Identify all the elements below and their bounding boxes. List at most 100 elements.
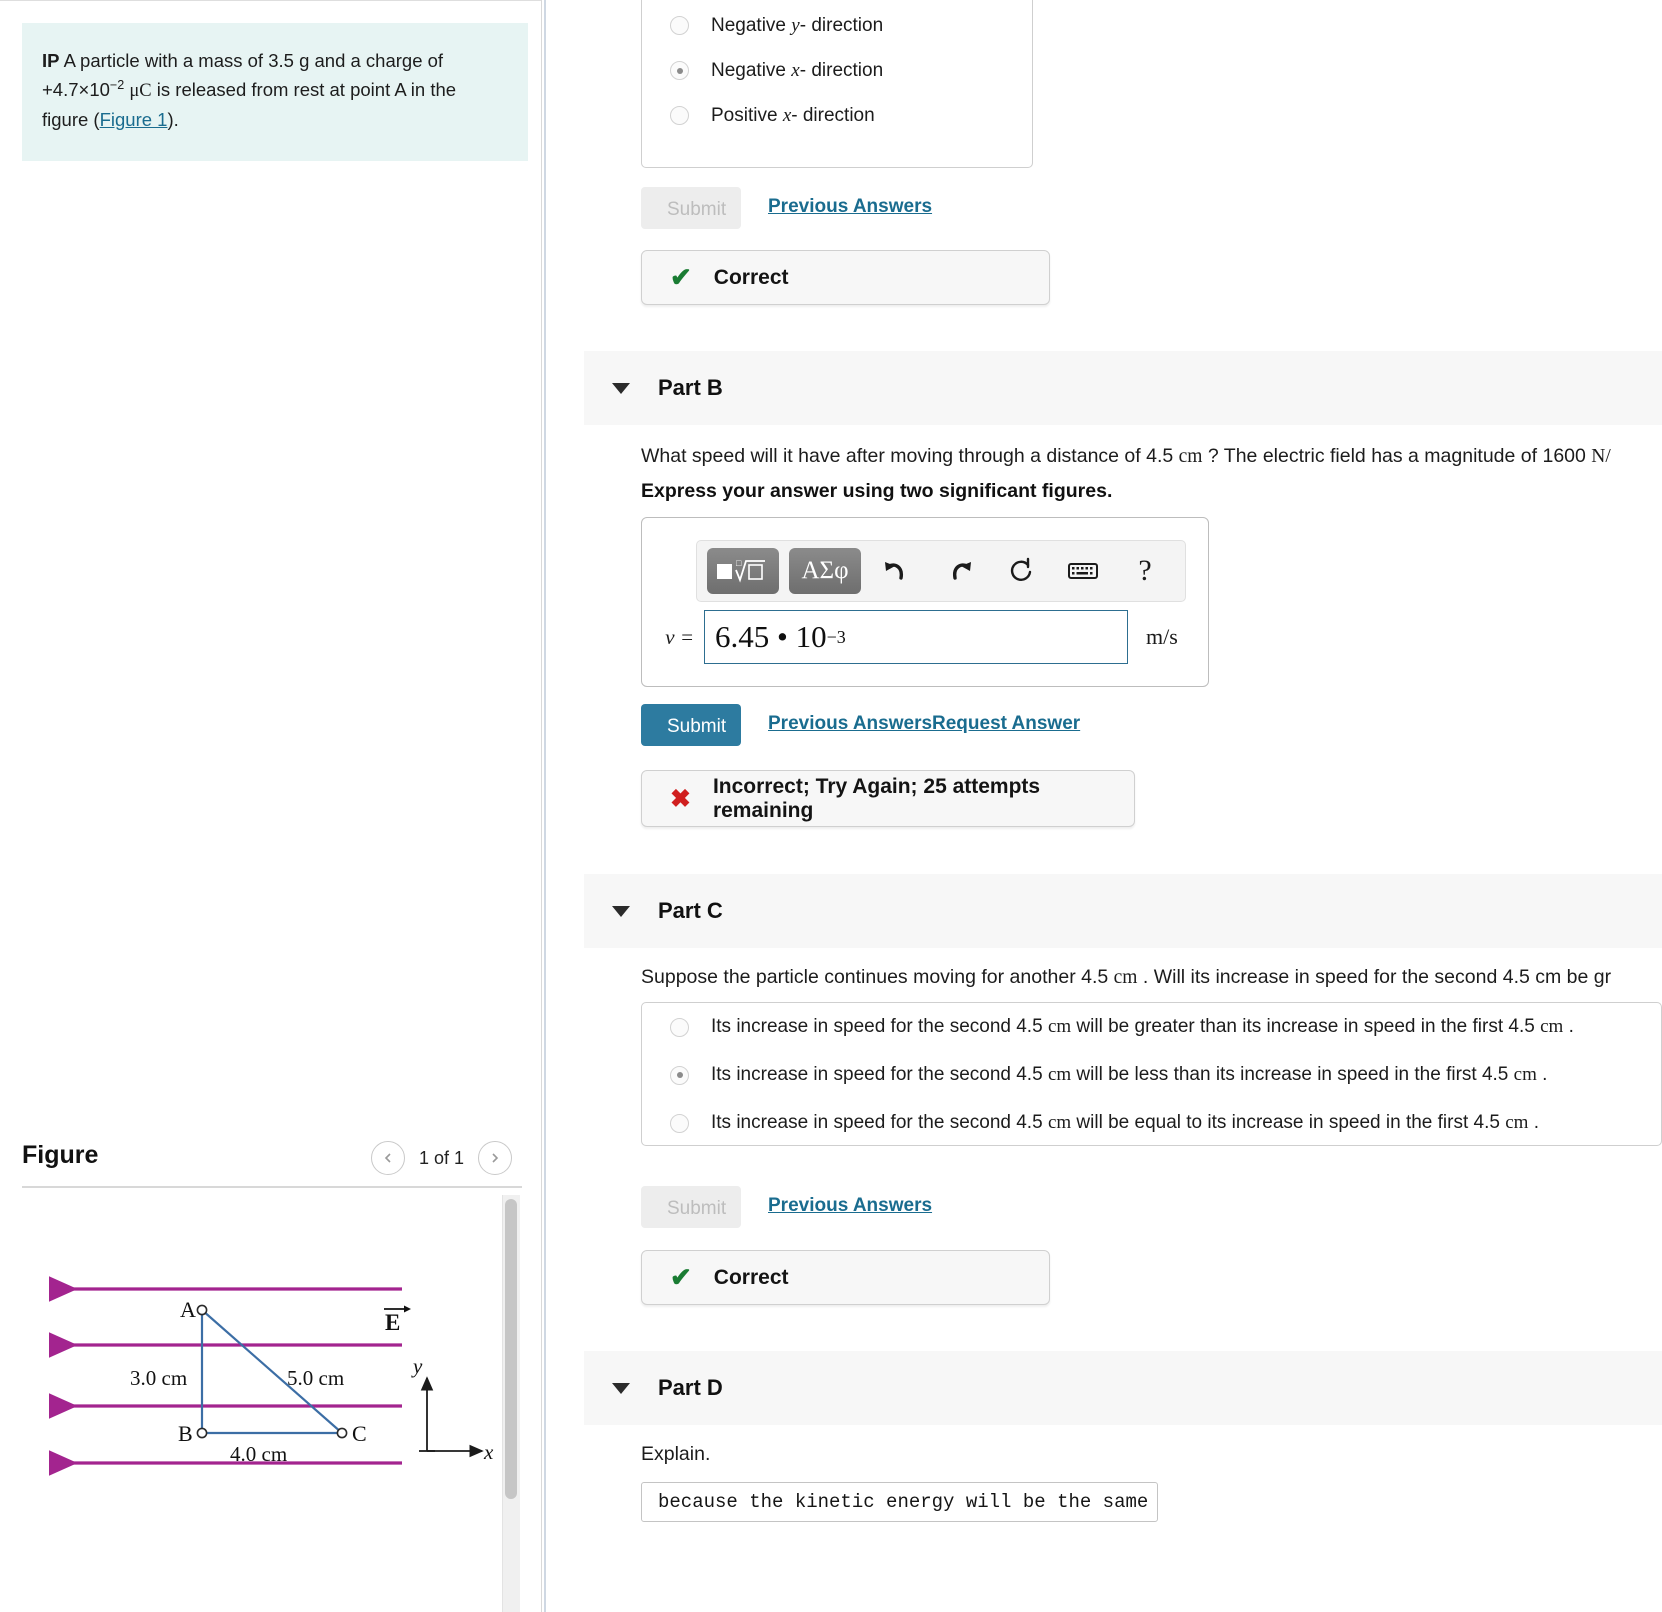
- answers-pane: Positive y- direction Negative y- direct…: [546, 0, 1662, 1612]
- part-c-option-1-label: Its increase in speed for the second 4.5…: [711, 1064, 1548, 1085]
- problem-charge-exponent: −2: [109, 77, 125, 92]
- figure-title: Figure: [22, 1141, 99, 1169]
- assignment-page: IP A particle with a mass of 3.5 g and a…: [0, 0, 1662, 1612]
- figure-label-side-bc: 4.0 cm: [230, 1442, 287, 1466]
- svg-text:□: □: [736, 558, 742, 568]
- figure-diagram: A B C 3.0 cm 5.0 cm 4.0 cm E y x: [48, 1276, 494, 1476]
- answer-units-label: m/s: [1146, 624, 1178, 649]
- part-b-instruction: Express your answer using two significan…: [641, 480, 1113, 502]
- part-b-question: What speed will it have after moving thr…: [641, 445, 1611, 467]
- part-a-choice-box: Positive y- direction Negative y- direct…: [641, 0, 1033, 168]
- part-b-request-answer-link[interactable]: Request Answer: [932, 713, 1080, 735]
- figure-label-a: A: [180, 1297, 196, 1322]
- part-c-option-2[interactable]: Its increase in speed for the second 4.5…: [642, 1099, 1661, 1147]
- chevron-down-icon[interactable]: [612, 382, 630, 394]
- problem-charge-value: +4.7×10: [42, 79, 110, 101]
- coordinate-axes: y x: [411, 1354, 494, 1464]
- problem-pane: IP A particle with a mass of 3.5 g and a…: [0, 0, 542, 1612]
- answer-value-mantissa: 6.45 • 10: [715, 619, 827, 654]
- math-toolbar: □ ΑΣφ ?: [696, 540, 1186, 602]
- point-a-marker: [196, 1304, 208, 1316]
- part-a-option-3-label: Positive x- direction: [711, 104, 875, 126]
- radio-less[interactable]: [670, 1065, 689, 1085]
- problem-line-3-pre: figure (: [42, 108, 100, 130]
- part-c-header[interactable]: Part C: [584, 874, 1662, 948]
- problem-line-1: A particle with a mass of 3.5 g and a ch…: [59, 50, 444, 71]
- part-c-submit-button[interactable]: Submit: [641, 1186, 741, 1228]
- keyboard-icon[interactable]: [1057, 548, 1109, 594]
- part-a-option-3[interactable]: Positive x- direction: [642, 93, 1032, 138]
- part-a-submit-button[interactable]: Submit: [641, 187, 741, 229]
- figure-scrollbar-thumb[interactable]: [505, 1199, 517, 1499]
- part-a-option-2[interactable]: Negative x- direction: [642, 48, 1032, 93]
- part-b-answer-widget: □ ΑΣφ ? v = 6.45 • 10 −3 m/s: [641, 517, 1209, 687]
- radio-equal[interactable]: [670, 1113, 689, 1133]
- part-c-question: Suppose the particle continues moving fo…: [641, 966, 1612, 988]
- svg-text:E: E: [385, 1310, 400, 1335]
- figure-label-side-ab: 3.0 cm: [130, 1366, 187, 1390]
- figure-page-indicator: 1 of 1: [418, 1147, 464, 1168]
- part-c-status-banner: ✔ Correct: [641, 1250, 1050, 1305]
- part-b-submit-button[interactable]: Submit: [641, 704, 741, 746]
- figure-header: Figure 1 of 1: [22, 1133, 528, 1193]
- part-c-option-1[interactable]: Its increase in speed for the second 4.5…: [642, 1051, 1661, 1099]
- part-c-option-0-label: Its increase in speed for the second 4.5…: [711, 1016, 1574, 1037]
- template-button[interactable]: □: [707, 548, 779, 594]
- greek-symbols-button[interactable]: ΑΣφ: [789, 548, 861, 594]
- figure-label-b: B: [178, 1421, 193, 1446]
- radio-positive-x[interactable]: [670, 106, 689, 125]
- figure-divider: [22, 1186, 522, 1188]
- figure-label-side-ac: 5.0 cm: [287, 1366, 344, 1390]
- problem-ip-tag: IP: [42, 50, 60, 71]
- figure-axis-y-label: y: [411, 1354, 423, 1378]
- part-b-status-text: Incorrect; Try Again; 25 attempts remain…: [712, 774, 1041, 822]
- part-b-answer-input[interactable]: 6.45 • 10 −3: [704, 610, 1128, 664]
- undo-arrow-icon[interactable]: [871, 548, 923, 594]
- problem-statement: IP A particle with a mass of 3.5 g and a…: [22, 23, 528, 161]
- radio-negative-y[interactable]: [670, 16, 689, 35]
- figure-next-button[interactable]: [478, 1141, 512, 1175]
- reset-circle-icon[interactable]: [995, 548, 1047, 594]
- part-c-status-text: Correct: [713, 1265, 789, 1289]
- checkmark-icon: ✔: [670, 1262, 692, 1292]
- answer-value-exponent: −3: [826, 626, 846, 647]
- part-c-choice-box: Its increase in speed for the second 4.5…: [641, 1002, 1662, 1146]
- figure-prev-button[interactable]: [370, 1141, 405, 1175]
- figure-image: A B C 3.0 cm 5.0 cm 4.0 cm E y x: [22, 1193, 500, 1612]
- part-d-header[interactable]: Part D: [584, 1351, 1662, 1425]
- figure-1-link[interactable]: Figure 1: [100, 109, 168, 130]
- redo-arrow-icon[interactable]: [933, 548, 985, 594]
- part-a-status-text: Correct: [713, 265, 789, 289]
- figure-label-c: C: [352, 1421, 367, 1446]
- part-d-title: Part D: [658, 1375, 723, 1400]
- part-a-previous-answers-link[interactable]: Previous Answers: [768, 196, 932, 218]
- problem-line-3-post: ).: [167, 108, 179, 130]
- part-c-option-2-label: Its increase in speed for the second 4.5…: [711, 1112, 1540, 1133]
- part-b-header[interactable]: Part B: [584, 351, 1662, 425]
- point-b-marker: [196, 1427, 208, 1439]
- part-d-prompt: Explain.: [641, 1443, 711, 1465]
- checkmark-icon: ✔: [670, 262, 692, 292]
- part-d-answer-input[interactable]: because the kinetic energy will be the s…: [641, 1482, 1158, 1522]
- field-vector-label: E: [384, 1305, 411, 1335]
- part-a-option-1[interactable]: Negative y- direction: [642, 3, 1032, 48]
- chevron-right-icon: [492, 1153, 499, 1163]
- part-c-previous-answers-link[interactable]: Previous Answers: [768, 1195, 932, 1217]
- figure-pager: 1 of 1: [370, 1141, 512, 1175]
- chevron-down-icon[interactable]: [612, 1382, 630, 1394]
- part-b-previous-answers-link[interactable]: Previous Answers: [768, 713, 932, 735]
- part-b-answer-row: v = 6.45 • 10 −3 m/s: [642, 610, 1210, 664]
- part-b-status-banner: ✖ Incorrect; Try Again; 25 attempts rema…: [641, 770, 1135, 827]
- part-a-option-2-label: Negative x- direction: [711, 59, 884, 81]
- radio-greater[interactable]: [670, 1017, 689, 1037]
- electric-field-lines: [48, 1276, 402, 1476]
- part-a-option-1-label: Negative y- direction: [711, 14, 884, 36]
- chevron-down-icon[interactable]: [612, 905, 630, 917]
- question-mark-icon[interactable]: ?: [1119, 548, 1171, 594]
- problem-line-2-tail: is released from rest at point A in the: [151, 79, 457, 101]
- pane-border: [541, 0, 542, 1612]
- problem-charge-unit: μC: [129, 81, 152, 102]
- part-c-option-0[interactable]: Its increase in speed for the second 4.5…: [642, 1003, 1661, 1051]
- figure-axis-x-label: x: [483, 1440, 494, 1464]
- radio-negative-x[interactable]: [670, 61, 689, 80]
